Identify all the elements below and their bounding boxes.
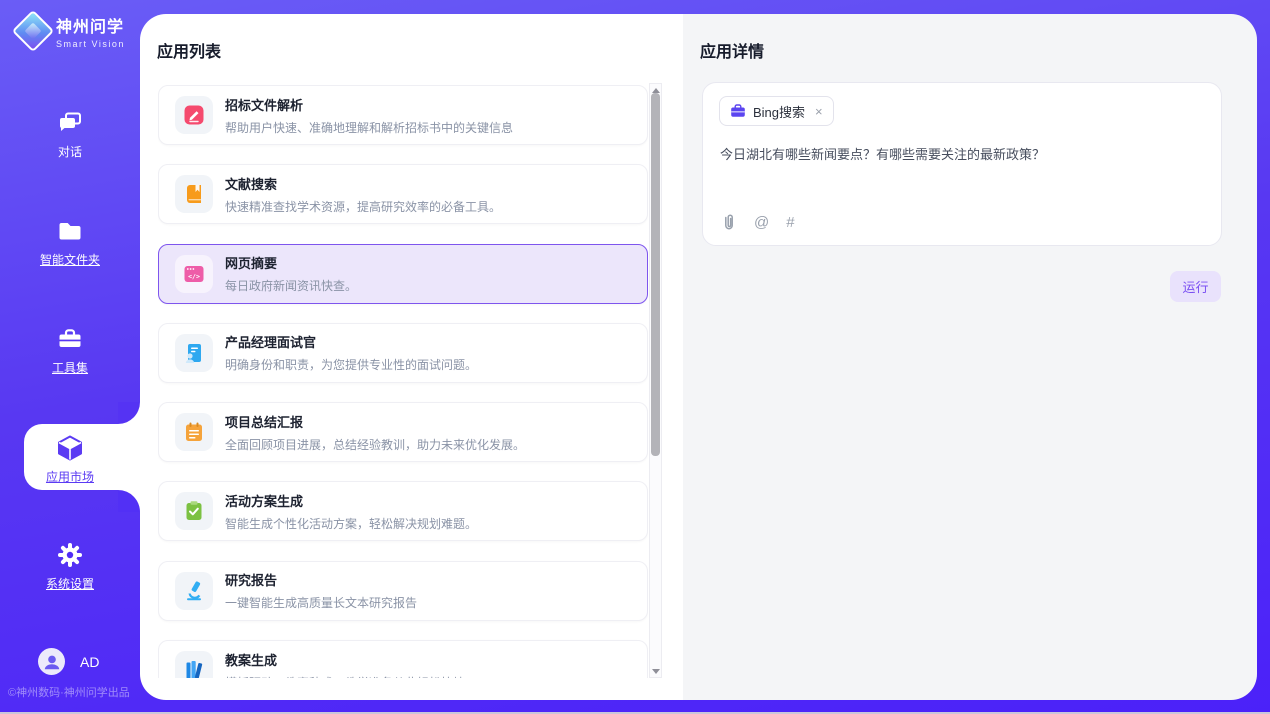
app-title: 教案生成 <box>225 650 465 669</box>
prompt-input-card[interactable]: Bing搜索 × 今日湖北有哪些新闻要点？有哪些需要关注的最新政策？ @ # <box>702 82 1222 246</box>
active-nav-notch-bottom <box>118 490 140 512</box>
list-item-pm-interviewer[interactable]: 产品经理面试官 明确身份和职责，为您提供专业性的面试问题。 <box>158 323 648 383</box>
app-detail-panel: 应用详情 Bing搜索 × 今日湖北有哪些新闻要点？有哪些需要关注的最新政策？ <box>683 14 1257 700</box>
app-title: 招标文件解析 <box>225 95 513 114</box>
app-title: 项目总结汇报 <box>225 412 525 431</box>
scrollbar[interactable] <box>649 83 662 678</box>
list-item-event-plan[interactable]: 活动方案生成 智能生成个性化活动方案，轻松解决规划难题。 <box>158 481 648 541</box>
app-title: 研究报告 <box>225 570 417 589</box>
sidebar-item-label: 工具集 <box>0 359 140 376</box>
microscope-icon <box>175 572 213 610</box>
active-nav-notch-top <box>118 402 140 424</box>
app-title: 活动方案生成 <box>225 491 477 510</box>
app-list: 招标文件解析 帮助用户快速、准确地理解和解析招标书中的关键信息 文献搜索 <box>158 85 648 678</box>
sidebar-item-app-market[interactable]: 应用市场 <box>0 433 140 485</box>
scrollbar-down-arrow[interactable] <box>650 666 661 676</box>
composer-toolbar: @ # <box>719 213 795 231</box>
app-list-panel: 应用列表 招标文件解析 帮助用户快速、准确地理解和解析招标书中的关键信息 <box>140 14 683 700</box>
notepad-icon <box>175 413 213 451</box>
user-name: AD <box>80 654 99 670</box>
list-item-project-summary[interactable]: 项目总结汇报 全面回顾项目进展，总结经验教训，助力未来优化发展。 <box>158 402 648 462</box>
brand-logo: 神州问学 Smart Vision <box>18 13 125 49</box>
hash-icon[interactable]: # <box>786 214 794 231</box>
sidebar-item-toolset[interactable]: 工具集 <box>0 324 140 376</box>
sidebar-item-label: 智能文件夹 <box>0 251 140 268</box>
app-desc: 每日政府新闻资讯快查。 <box>225 277 357 294</box>
app-desc: 明确身份和职责，为您提供专业性的面试问题。 <box>225 356 477 373</box>
close-icon[interactable]: × <box>815 104 823 119</box>
prompt-input[interactable]: 今日湖北有哪些新闻要点？有哪些需要关注的最新政策？ <box>720 145 1205 165</box>
toolbox-icon <box>0 324 140 354</box>
app-desc: 快速精准查找学术资源，提高研究效率的必备工具。 <box>225 198 501 215</box>
app-title: 产品经理面试官 <box>225 332 477 351</box>
app-desc: 帮助用户快速、准确地理解和解析招标书中的关键信息 <box>225 119 513 136</box>
mention-icon[interactable]: @ <box>754 214 769 231</box>
avatar <box>38 648 65 675</box>
sidebar-item-label: 对话 <box>0 143 140 160</box>
brand-name: 神州问学 <box>56 13 125 37</box>
app-desc: 模板驱动，教案秒成，教学准备从此轻松快捷 <box>225 674 465 678</box>
svg-text:</>: </> <box>188 272 200 280</box>
sidebar-item-smart-folder[interactable]: 智能文件夹 <box>0 216 140 268</box>
list-item-web-summary[interactable]: </> 网页摘要 每日政府新闻资讯快查。 <box>158 244 648 304</box>
cube-icon <box>0 433 140 463</box>
tool-tag-bing-search[interactable]: Bing搜索 × <box>719 96 834 126</box>
app-detail-title: 应用详情 <box>700 38 764 62</box>
list-item-bid-analysis[interactable]: 招标文件解析 帮助用户快速、准确地理解和解析招标书中的关键信息 <box>158 85 648 145</box>
run-button[interactable]: 运行 <box>1170 271 1221 302</box>
sidebar: 神州问学 Smart Vision 对话 智能文件夹 <box>0 0 140 714</box>
app-desc: 一键智能生成高质量长文本研究报告 <box>225 594 417 611</box>
briefcase-icon <box>730 103 746 119</box>
resume-person-icon <box>175 334 213 372</box>
copyright-footer: ©神州数码·神州问学出品 <box>8 684 130 700</box>
list-item-research-report[interactable]: 研究报告 一键智能生成高质量长文本研究报告 <box>158 561 648 621</box>
app-desc: 智能生成个性化活动方案，轻松解决规划难题。 <box>225 515 477 532</box>
tool-tag-label: Bing搜索 <box>753 102 805 121</box>
book-icon <box>175 175 213 213</box>
list-item-literature-search[interactable]: 文献搜索 快速精准查找学术资源，提高研究效率的必备工具。 <box>158 164 648 224</box>
paperclip-icon[interactable] <box>719 213 737 231</box>
scrollbar-thumb[interactable] <box>651 93 660 456</box>
folder-icon <box>0 216 140 246</box>
app-title: 文献搜索 <box>225 174 501 193</box>
user-account[interactable]: AD <box>38 648 99 675</box>
person-icon <box>41 651 63 673</box>
sidebar-item-chat[interactable]: 对话 <box>0 108 140 160</box>
gear-icon <box>0 540 140 570</box>
sidebar-item-label: 应用市场 <box>0 468 140 485</box>
books-icon <box>175 651 213 678</box>
sidebar-item-settings[interactable]: 系统设置 <box>0 540 140 592</box>
app-title: 网页摘要 <box>225 253 357 272</box>
brand-subtitle: Smart Vision <box>56 39 125 49</box>
chat-icon <box>0 108 140 138</box>
edit-document-icon <box>175 96 213 134</box>
sidebar-item-label: 系统设置 <box>0 575 140 592</box>
clipboard-check-icon <box>175 492 213 530</box>
browser-code-icon: </> <box>175 255 213 293</box>
app-window: 神州问学 Smart Vision 对话 智能文件夹 <box>0 0 1270 714</box>
app-desc: 全面回顾项目进展，总结经验教训，助力未来优化发展。 <box>225 436 525 453</box>
brand-logo-icon <box>12 10 54 52</box>
app-list-title: 应用列表 <box>157 38 221 62</box>
main-content: 应用列表 招标文件解析 帮助用户快速、准确地理解和解析招标书中的关键信息 <box>140 14 1257 700</box>
list-item-lesson-plan[interactable]: 教案生成 模板驱动，教案秒成，教学准备从此轻松快捷 <box>158 640 648 678</box>
